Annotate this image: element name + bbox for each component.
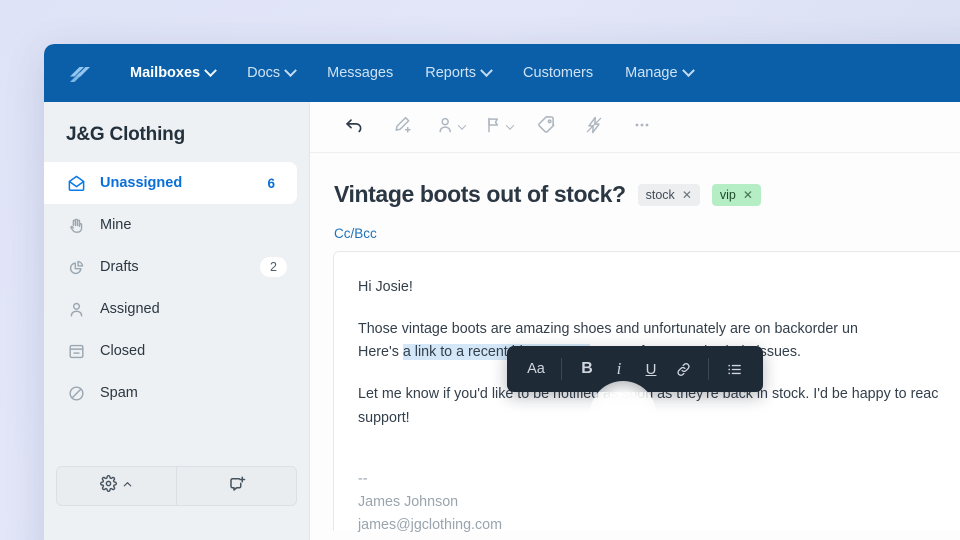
nav-item-label: Customers <box>523 65 594 81</box>
person-icon <box>66 299 86 319</box>
tag-chip-stock[interactable]: stock ✕ <box>637 183 700 206</box>
chevron-up-icon <box>122 477 133 495</box>
open-envelope-icon <box>66 173 86 193</box>
sidebar-item-closed[interactable]: Closed <box>44 330 309 372</box>
tag-label: vip <box>719 187 736 202</box>
chevron-down-icon <box>681 63 695 77</box>
top-navigation-bar: Mailboxes Docs Messages Reports Customer… <box>44 44 960 102</box>
folder-list: Unassigned 6 Mine Drafts 2 Assigned Clos… <box>44 160 309 414</box>
list-icon[interactable] <box>719 354 749 384</box>
nav-item-reports[interactable]: Reports <box>409 59 507 87</box>
nav-item-messages[interactable]: Messages <box>311 59 409 87</box>
app-window: Mailboxes Docs Messages Reports Customer… <box>44 44 960 540</box>
sidebar-item-mine[interactable]: Mine <box>44 204 309 246</box>
nav-item-label: Mailboxes <box>130 65 201 81</box>
assign-person-icon <box>436 115 456 140</box>
conversation-toolbar <box>310 102 960 153</box>
add-note-button[interactable] <box>380 109 424 145</box>
nav-item-mailboxes[interactable]: Mailboxes <box>114 59 231 87</box>
nav-item-label: Messages <box>327 65 394 81</box>
nav-item-label: Manage <box>625 65 678 81</box>
workspace: J&G Clothing Unassigned 6 Mine Drafts 2 … <box>44 102 960 540</box>
more-options-icon <box>632 115 652 140</box>
paragraph-text-occluded: oots are amazing shoe <box>459 321 605 338</box>
workflow-button[interactable] <box>572 109 616 145</box>
more-options-button[interactable] <box>620 109 664 145</box>
font-size-icon[interactable]: Aa <box>521 354 551 384</box>
gear-icon <box>100 475 117 497</box>
nav-item-docs[interactable]: Docs <box>231 59 311 87</box>
close-icon[interactable]: ✕ <box>682 188 692 202</box>
sidebar-item-spam[interactable]: Spam <box>44 372 309 414</box>
new-conversation-icon <box>228 475 246 498</box>
chevron-down-icon <box>284 63 298 77</box>
tag-icon <box>536 114 557 140</box>
mailbox-settings-button[interactable] <box>57 467 176 505</box>
workflow-bolt-icon <box>584 115 604 140</box>
note-add-icon <box>392 114 413 140</box>
divider <box>708 358 709 380</box>
underline-icon[interactable]: U <box>636 354 666 384</box>
nav-item-customers[interactable]: Customers <box>507 59 609 87</box>
sidebar-item-label: Unassigned <box>100 175 183 191</box>
tag-button[interactable] <box>524 109 568 145</box>
sidebar-item-label: Mine <box>100 217 132 233</box>
compose-paragraph-1: Those vintage boots are amazing shoes an… <box>358 318 960 341</box>
chevron-down-icon <box>480 63 493 77</box>
sidebar-item-label: Spam <box>100 385 138 401</box>
new-conversation-button[interactable] <box>176 467 296 505</box>
compose-greeting: Hi Josie! <box>358 279 413 295</box>
compose-paragraph-3-line2: support! <box>358 409 410 426</box>
signature-divider: -- <box>358 470 368 487</box>
sidebar-item-label: Closed <box>100 343 146 359</box>
text-format-toolbar: Aa B i U <box>507 346 763 392</box>
hand-icon <box>66 215 86 235</box>
nav-item-label: Reports <box>425 65 477 81</box>
chevron-down-icon <box>204 63 217 77</box>
drafts-icon <box>66 257 86 277</box>
sidebar-item-label: Assigned <box>100 301 160 317</box>
status-flag-button[interactable] <box>476 109 520 145</box>
tag-label: stock <box>645 187 675 202</box>
divider <box>561 358 562 380</box>
paragraph-text: Here's <box>358 344 403 361</box>
close-icon[interactable]: ✕ <box>743 188 753 202</box>
nav-item-manage[interactable]: Manage <box>609 59 708 87</box>
subject-row: Vintage boots out of stock? stock ✕ vip … <box>310 153 960 208</box>
reply-icon <box>344 114 365 140</box>
paragraph-text: Those vintage b <box>358 321 460 338</box>
folder-count: 6 <box>267 175 275 191</box>
signature-name: James Johnson <box>358 493 459 510</box>
folder-count-badge: 2 <box>260 257 287 277</box>
conversation-panel: Vintage boots out of stock? stock ✕ vip … <box>310 102 960 540</box>
sidebar-footer <box>44 466 309 506</box>
ccbcc-toggle[interactable]: Cc/Bcc <box>310 208 960 251</box>
sidebar-footer-buttons <box>56 466 297 506</box>
italic-icon[interactable]: i <box>604 354 634 384</box>
page-title: Vintage boots out of stock? <box>334 181 626 207</box>
bold-icon[interactable]: B <box>572 354 602 384</box>
paragraph-text: s and unfortunately are on backorder un <box>604 321 858 338</box>
helpscout-logo[interactable] <box>64 58 94 88</box>
nav-item-label: Docs <box>247 65 281 81</box>
chevron-down-icon <box>505 121 514 130</box>
assign-button[interactable] <box>428 109 472 145</box>
flag-status-icon <box>484 115 504 140</box>
mailbox-title: J&G Clothing <box>66 124 185 145</box>
sidebar: J&G Clothing Unassigned 6 Mine Drafts 2 … <box>44 102 310 540</box>
signature-email: james@jgclothing.com <box>358 517 503 534</box>
link-icon[interactable] <box>668 354 698 384</box>
ban-icon <box>66 383 86 403</box>
sidebar-item-unassigned[interactable]: Unassigned 6 <box>44 162 297 204</box>
chevron-down-icon <box>457 121 466 130</box>
sidebar-item-label: Drafts <box>100 259 139 275</box>
tag-chip-vip[interactable]: vip ✕ <box>711 183 761 206</box>
archive-icon <box>66 341 86 361</box>
sidebar-item-assigned[interactable]: Assigned <box>44 288 309 330</box>
sidebar-item-drafts[interactable]: Drafts 2 <box>44 246 309 288</box>
reply-button[interactable] <box>332 109 376 145</box>
